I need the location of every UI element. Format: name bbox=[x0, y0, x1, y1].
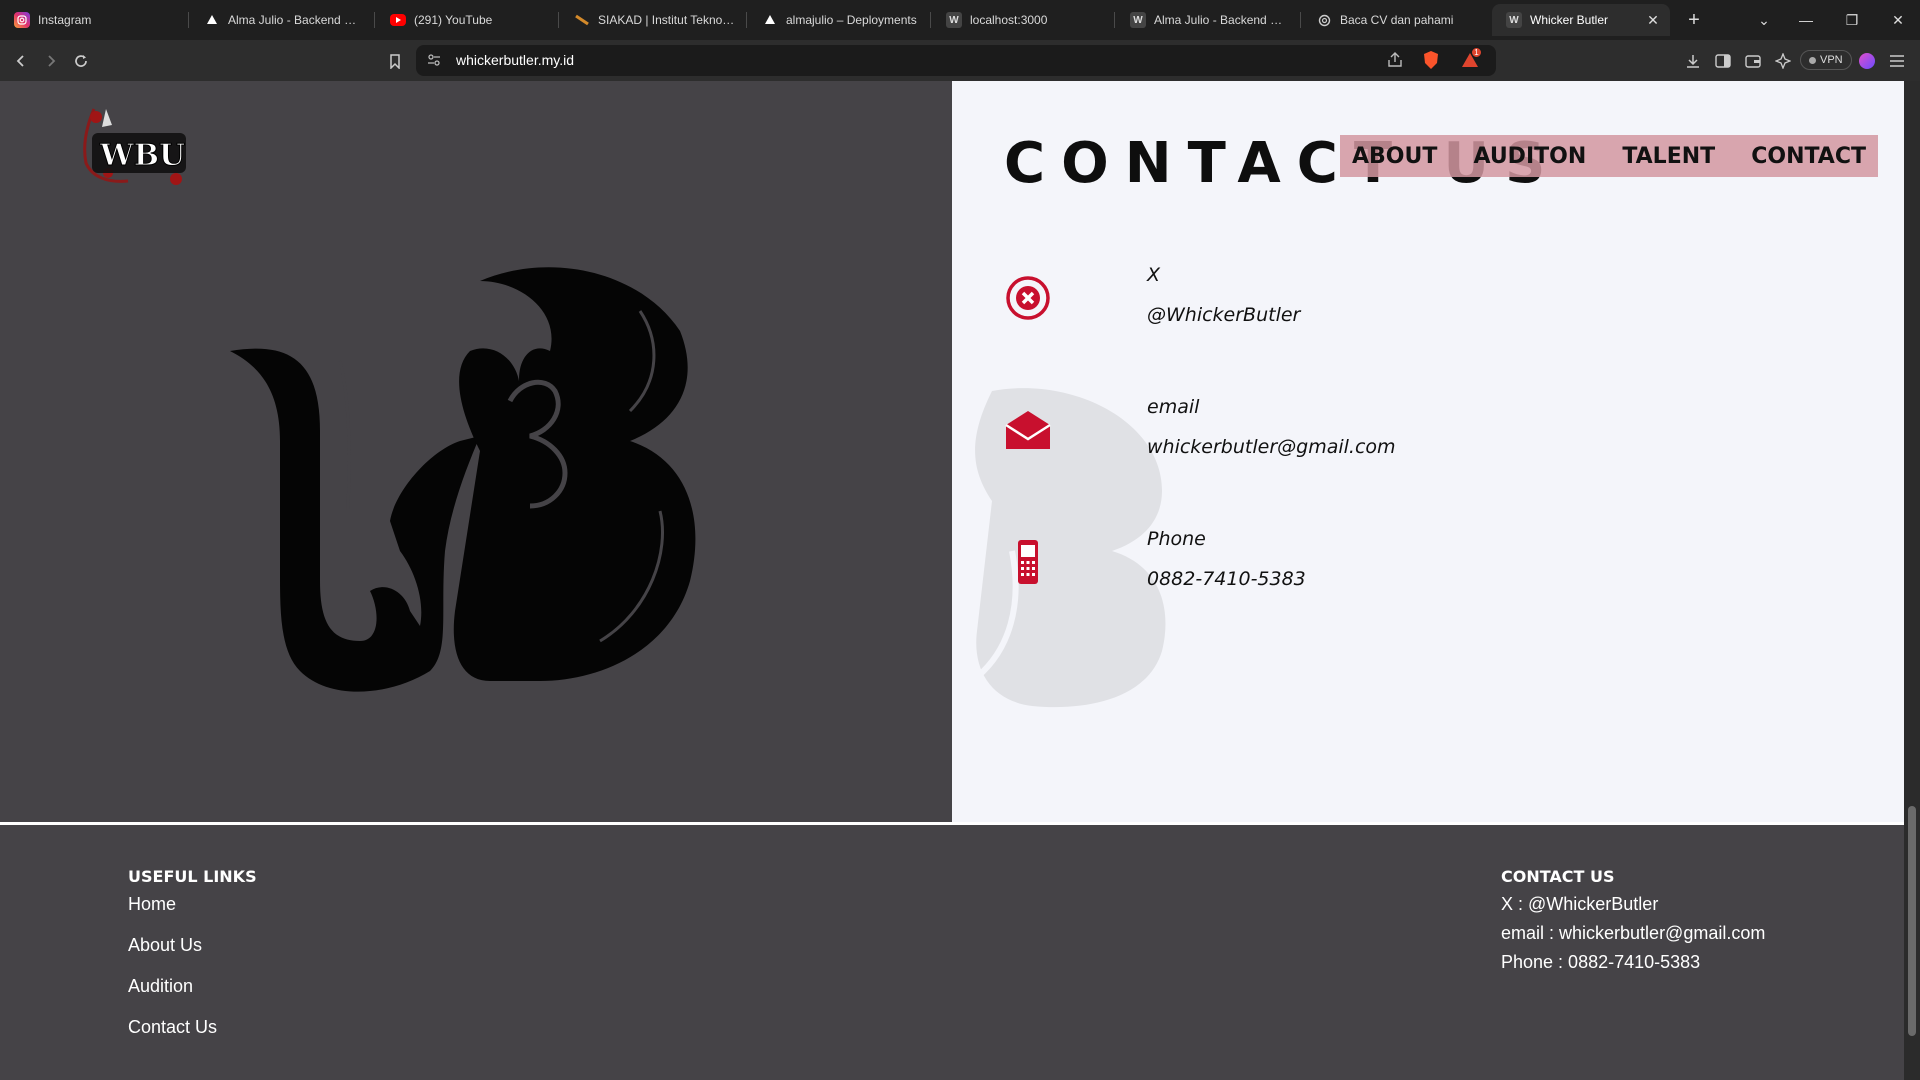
wb-emblem bbox=[220, 251, 700, 731]
tab-title: localhost:3000 bbox=[970, 13, 1048, 27]
address-bar[interactable]: whickerbutler.my.id 1 bbox=[416, 45, 1496, 76]
browser-toolbar: whickerbutler.my.id 1 VPN bbox=[0, 40, 1920, 81]
instagram-icon bbox=[14, 12, 30, 28]
footer-contact: CONTACT US X : @WhickerButler email : wh… bbox=[1501, 867, 1765, 973]
mobile-phone-icon bbox=[1004, 538, 1052, 586]
tab-separator bbox=[188, 12, 189, 28]
svg-text:WBU: WBU bbox=[99, 138, 185, 173]
nav-contact[interactable]: CONTACT bbox=[1751, 144, 1866, 169]
tab-separator bbox=[374, 12, 375, 28]
minimize-icon[interactable]: — bbox=[1788, 4, 1824, 36]
contact-value[interactable]: 0882-7410-5383 bbox=[1147, 568, 1306, 590]
envelope-icon bbox=[1004, 406, 1052, 454]
vpn-status-icon bbox=[1809, 56, 1816, 64]
brave-rewards-icon[interactable]: 1 bbox=[1460, 47, 1482, 75]
downloads-icon[interactable] bbox=[1680, 48, 1706, 74]
footer-useful-links: USEFUL LINKS Home About Us Audition Cont… bbox=[128, 867, 257, 1038]
tab-separator bbox=[1300, 12, 1301, 28]
openai-icon bbox=[1316, 12, 1332, 28]
footer-links-heading: USEFUL LINKS bbox=[128, 867, 257, 886]
tab-localhost[interactable]: W localhost:3000 bbox=[932, 4, 1112, 36]
footer: USEFUL LINKS Home About Us Audition Cont… bbox=[0, 825, 1904, 1080]
contact-label: email bbox=[1147, 396, 1200, 418]
tab-search-chevron-icon[interactable]: ⌄ bbox=[1746, 4, 1782, 36]
restore-icon[interactable]: ❐ bbox=[1834, 4, 1870, 36]
share-icon[interactable] bbox=[1386, 51, 1404, 74]
nav-about[interactable]: ABOUT bbox=[1352, 144, 1437, 169]
notification-badge: 1 bbox=[1471, 47, 1482, 58]
url-text: whickerbutler.my.id bbox=[456, 52, 575, 68]
scrollbar-thumb[interactable] bbox=[1908, 806, 1916, 1036]
tab-siakad[interactable]: SIAKAD | Institut Teknolog bbox=[560, 4, 744, 36]
wbu-icon: W bbox=[946, 12, 962, 28]
close-tab-icon[interactable]: ✕ bbox=[1644, 11, 1662, 29]
wbu-icon: W bbox=[1130, 12, 1146, 28]
leo-ai-icon[interactable] bbox=[1770, 48, 1796, 74]
contact-value[interactable]: whickerbutler@gmail.com bbox=[1147, 436, 1396, 458]
youtube-icon bbox=[390, 14, 406, 26]
tab-deployments[interactable]: almajulio – Deployments bbox=[748, 4, 928, 36]
tab-alma-julio-2[interactable]: W Alma Julio - Backend Dev bbox=[1116, 4, 1298, 36]
tab-separator bbox=[1114, 12, 1115, 28]
vercel-icon bbox=[204, 12, 220, 28]
page-viewport: WBU CONTACT US ABOUT AUDITON TALENT CONT… bbox=[0, 81, 1904, 1080]
tab-alma-julio-1[interactable]: Alma Julio - Backend Dev bbox=[190, 4, 372, 36]
tab-title: Instagram bbox=[38, 13, 92, 27]
contact-panel: CONTACT US ABOUT AUDITON TALENT CONTACT … bbox=[952, 81, 1904, 822]
bookmark-icon[interactable] bbox=[382, 48, 408, 74]
x-circle-icon bbox=[1004, 274, 1052, 322]
footer-link-home[interactable]: Home bbox=[128, 894, 257, 915]
contact-item-email: email whickerbutler@gmail.com bbox=[1004, 396, 1604, 486]
page-scrollbar[interactable] bbox=[1904, 81, 1920, 1080]
brave-shield-icon[interactable] bbox=[1422, 50, 1440, 75]
contact-label: X bbox=[1147, 264, 1161, 286]
footer-link-audition[interactable]: Audition bbox=[128, 976, 257, 997]
tab-separator bbox=[558, 12, 559, 28]
tab-separator bbox=[746, 12, 747, 28]
site-settings-icon[interactable] bbox=[426, 52, 442, 73]
vpn-button[interactable]: VPN bbox=[1800, 50, 1852, 70]
footer-contact-heading: CONTACT US bbox=[1501, 867, 1615, 886]
reload-icon[interactable] bbox=[68, 48, 94, 74]
contact-label: Phone bbox=[1147, 528, 1206, 550]
tab-title: Baca CV dan pahami bbox=[1340, 13, 1454, 27]
tab-title: Whicker Butler bbox=[1530, 13, 1609, 27]
close-window-icon[interactable]: ✕ bbox=[1880, 4, 1916, 36]
sidebar-icon[interactable] bbox=[1710, 48, 1736, 74]
wallet-icon[interactable] bbox=[1740, 48, 1766, 74]
footer-link-about[interactable]: About Us bbox=[128, 935, 257, 956]
tab-title: Alma Julio - Backend Dev bbox=[228, 13, 364, 27]
tab-instagram[interactable]: Instagram bbox=[0, 4, 186, 36]
siakad-icon bbox=[574, 12, 590, 28]
contact-item-x: X @WhickerButler bbox=[1004, 264, 1604, 354]
footer-contact-email: email : whickerbutler@gmail.com bbox=[1501, 923, 1766, 943]
forward-icon[interactable] bbox=[38, 48, 64, 74]
tab-youtube[interactable]: (291) YouTube bbox=[376, 4, 556, 36]
tab-title: almajulio – Deployments bbox=[786, 13, 917, 27]
tab-chatgpt[interactable]: Baca CV dan pahami bbox=[1302, 4, 1488, 36]
vpn-label: VPN bbox=[1820, 54, 1843, 66]
footer-link-contact[interactable]: Contact Us bbox=[128, 1017, 257, 1038]
nav-talent[interactable]: TALENT bbox=[1622, 144, 1715, 169]
footer-contact-phone: Phone : 0882-7410-5383 bbox=[1501, 952, 1701, 972]
tab-title: Alma Julio - Backend Dev bbox=[1154, 13, 1290, 27]
profile-avatar-icon[interactable] bbox=[1854, 48, 1880, 74]
wbu-icon: W bbox=[1506, 12, 1522, 28]
contact-value[interactable]: @WhickerButler bbox=[1147, 304, 1300, 326]
vercel-icon bbox=[762, 12, 778, 28]
tab-title: (291) YouTube bbox=[414, 13, 493, 27]
main-nav: ABOUT AUDITON TALENT CONTACT bbox=[1340, 135, 1878, 177]
tab-separator bbox=[930, 12, 931, 28]
hero-panel: WBU bbox=[0, 81, 952, 822]
site-logo[interactable]: WBU bbox=[78, 103, 198, 189]
new-tab-icon[interactable]: + bbox=[1676, 4, 1712, 36]
footer-contact-x: X : @WhickerButler bbox=[1501, 894, 1659, 914]
nav-audition[interactable]: AUDITON bbox=[1473, 144, 1586, 169]
back-icon[interactable] bbox=[8, 48, 34, 74]
menu-icon[interactable] bbox=[1884, 48, 1910, 74]
tab-title: SIAKAD | Institut Teknolog bbox=[598, 13, 736, 27]
contact-item-phone: Phone 0882-7410-5383 bbox=[1004, 528, 1604, 618]
browser-tab-bar: Instagram Alma Julio - Backend Dev (291)… bbox=[0, 0, 1920, 40]
tab-whicker-butler[interactable]: W Whicker Butler ✕ bbox=[1492, 4, 1670, 36]
